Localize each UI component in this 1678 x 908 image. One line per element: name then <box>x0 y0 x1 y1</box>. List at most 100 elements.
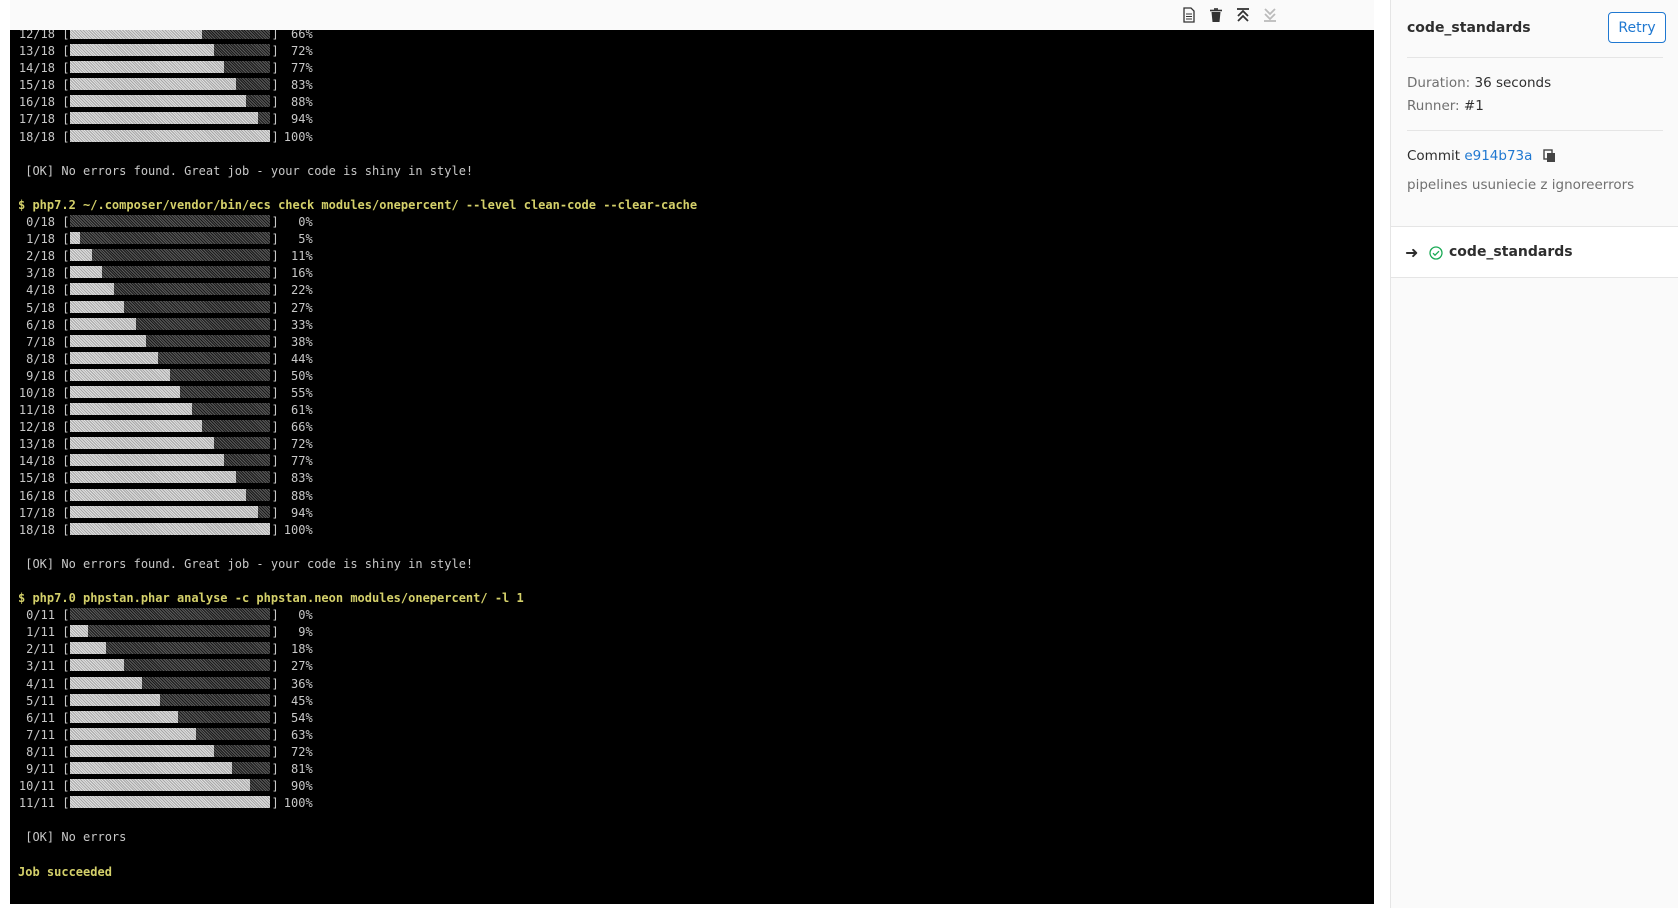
log-progress-line: 0/11 [] 0% <box>18 607 697 624</box>
job-log-toolbar <box>10 0 1374 31</box>
progress-count: 16/18 <box>18 95 55 110</box>
commit-row: Commit e914b73a <box>1407 148 1556 167</box>
log-blank-line <box>18 146 697 163</box>
progress-count: 3/11 <box>26 659 55 674</box>
progress-bar <box>70 112 271 125</box>
progress-count: 9/11 <box>26 762 55 777</box>
progress-bar-fill <box>70 659 125 672</box>
commit-label: Commit <box>1407 148 1461 164</box>
log-progress-line: 2/18 [] 11% <box>18 248 697 265</box>
progress-bar <box>70 471 271 484</box>
log-progress-line: 1/11 [] 9% <box>18 624 697 641</box>
progress-percent: 50% <box>291 368 313 383</box>
duration-label: Duration: <box>1407 75 1471 91</box>
progress-bar-fill <box>70 129 271 142</box>
scroll-top-icon <box>1237 8 1249 22</box>
progress-percent: 54% <box>291 710 313 725</box>
progress-count: 18/18 <box>18 522 55 537</box>
progress-count: 11/18 <box>18 403 55 418</box>
progress-bar-fill <box>70 334 147 347</box>
progress-count: 13/18 <box>18 44 55 59</box>
progress-bar <box>70 625 271 638</box>
progress-bar-fill <box>70 727 197 740</box>
log-progress-line: 3/18 [] 16% <box>18 265 697 282</box>
progress-percent: 18% <box>291 642 313 657</box>
divider <box>1407 57 1663 58</box>
progress-bar-fill <box>70 351 159 364</box>
log-progress-line: 11/11 [] 100% <box>18 795 697 812</box>
erase-log-button[interactable] <box>1207 6 1225 24</box>
commit-message: pipelines usuniecie z ignoreerrors <box>1407 177 1635 193</box>
progress-bar <box>70 368 271 381</box>
raw-log-icon <box>1183 7 1195 23</box>
progress-bar <box>70 95 271 108</box>
log-progress-line: 13/18 [] 72% <box>18 436 697 453</box>
log-progress-line: 5/11 [] 45% <box>18 693 697 710</box>
log-progress-line: 15/18 [] 83% <box>18 77 697 94</box>
log-progress-line: 18/18 [] 100% <box>18 129 697 146</box>
progress-bar-fill <box>70 385 181 398</box>
progress-count: 5/11 <box>26 693 55 708</box>
progress-bar-fill <box>70 44 215 57</box>
log-progress-line: 14/18 [] 77% <box>18 60 697 77</box>
progress-percent: 9% <box>298 625 313 640</box>
progress-percent: 66% <box>291 30 313 41</box>
log-progress-line: 0/18 [] 0% <box>18 214 697 231</box>
scroll-bottom-icon <box>1264 8 1276 22</box>
scroll-bottom-button[interactable] <box>1261 6 1279 24</box>
progress-bar <box>70 505 271 518</box>
progress-bar-fill <box>70 95 247 108</box>
log-progress-line: 13/18 [] 72% <box>18 43 697 60</box>
progress-count: 12/18 <box>18 30 55 41</box>
log-text-line: [OK] No errors <box>18 830 127 845</box>
progress-bar-fill <box>70 488 247 501</box>
progress-count: 17/18 <box>18 505 55 520</box>
log-command-line: $ php7.0 phpstan.phar analyse -c phpstan… <box>18 591 524 606</box>
progress-bar-fill <box>70 368 171 381</box>
commit-sha-link[interactable]: e914b73a <box>1464 148 1532 164</box>
progress-percent: 81% <box>291 762 313 777</box>
progress-bar-fill <box>70 61 225 74</box>
log-progress-line: 16/18 [] 88% <box>18 94 697 111</box>
progress-percent: 88% <box>291 95 313 110</box>
progress-count: 2/11 <box>26 642 55 657</box>
retry-button[interactable]: Retry <box>1608 12 1666 43</box>
progress-percent: 27% <box>291 659 313 674</box>
progress-count: 11/11 <box>18 796 55 811</box>
progress-percent: 38% <box>291 334 313 349</box>
progress-count: 10/11 <box>18 779 55 794</box>
raw-log-button[interactable] <box>1180 6 1198 24</box>
progress-bar-fill <box>70 676 143 689</box>
progress-bar-fill <box>70 249 93 262</box>
progress-count: 2/18 <box>26 249 55 264</box>
progress-bar <box>70 403 271 416</box>
progress-bar-fill <box>70 266 103 279</box>
scroll-top-button[interactable] <box>1234 6 1252 24</box>
progress-bar <box>70 283 271 296</box>
log-command-line: $ php7.2 ~/.composer/vendor/bin/ecs chec… <box>18 197 698 212</box>
progress-bar <box>70 385 271 398</box>
job-list-item-code-standards[interactable]: ➜ code_standards <box>1391 226 1678 278</box>
copy-commit-button[interactable] <box>1543 149 1556 167</box>
progress-percent: 100% <box>283 522 313 537</box>
log-progress-line: 17/18 [] 94% <box>18 111 697 128</box>
log-progress-line: 9/18 [] 50% <box>18 368 697 385</box>
progress-percent: 61% <box>291 403 313 418</box>
progress-count: 10/18 <box>18 385 55 400</box>
progress-bar-fill <box>70 625 89 638</box>
progress-bar <box>70 420 271 433</box>
log-progress-line: 4/18 [] 22% <box>18 282 697 299</box>
progress-bar-fill <box>70 454 225 467</box>
job-log-terminal[interactable]: 12/18 [] 66% 13/18 [] 72% 14/18 [] 77% 15/18 [… <box>10 30 1374 904</box>
progress-bar-fill <box>70 112 259 125</box>
progress-percent: 72% <box>291 437 313 452</box>
progress-bar-fill <box>70 471 237 484</box>
log-progress-line: 10/11 [] 90% <box>18 778 697 795</box>
progress-count: 15/18 <box>18 471 55 486</box>
job-title: code_standards <box>1407 20 1531 36</box>
duration-row: Duration: 36 seconds <box>1407 75 1551 91</box>
log-command-line: Job succeeded <box>18 864 112 879</box>
progress-count: 17/18 <box>18 112 55 127</box>
log-progress-line: 10/18 [] 55% <box>18 385 697 402</box>
log-progress-line: 11/18 [] 61% <box>18 402 697 419</box>
